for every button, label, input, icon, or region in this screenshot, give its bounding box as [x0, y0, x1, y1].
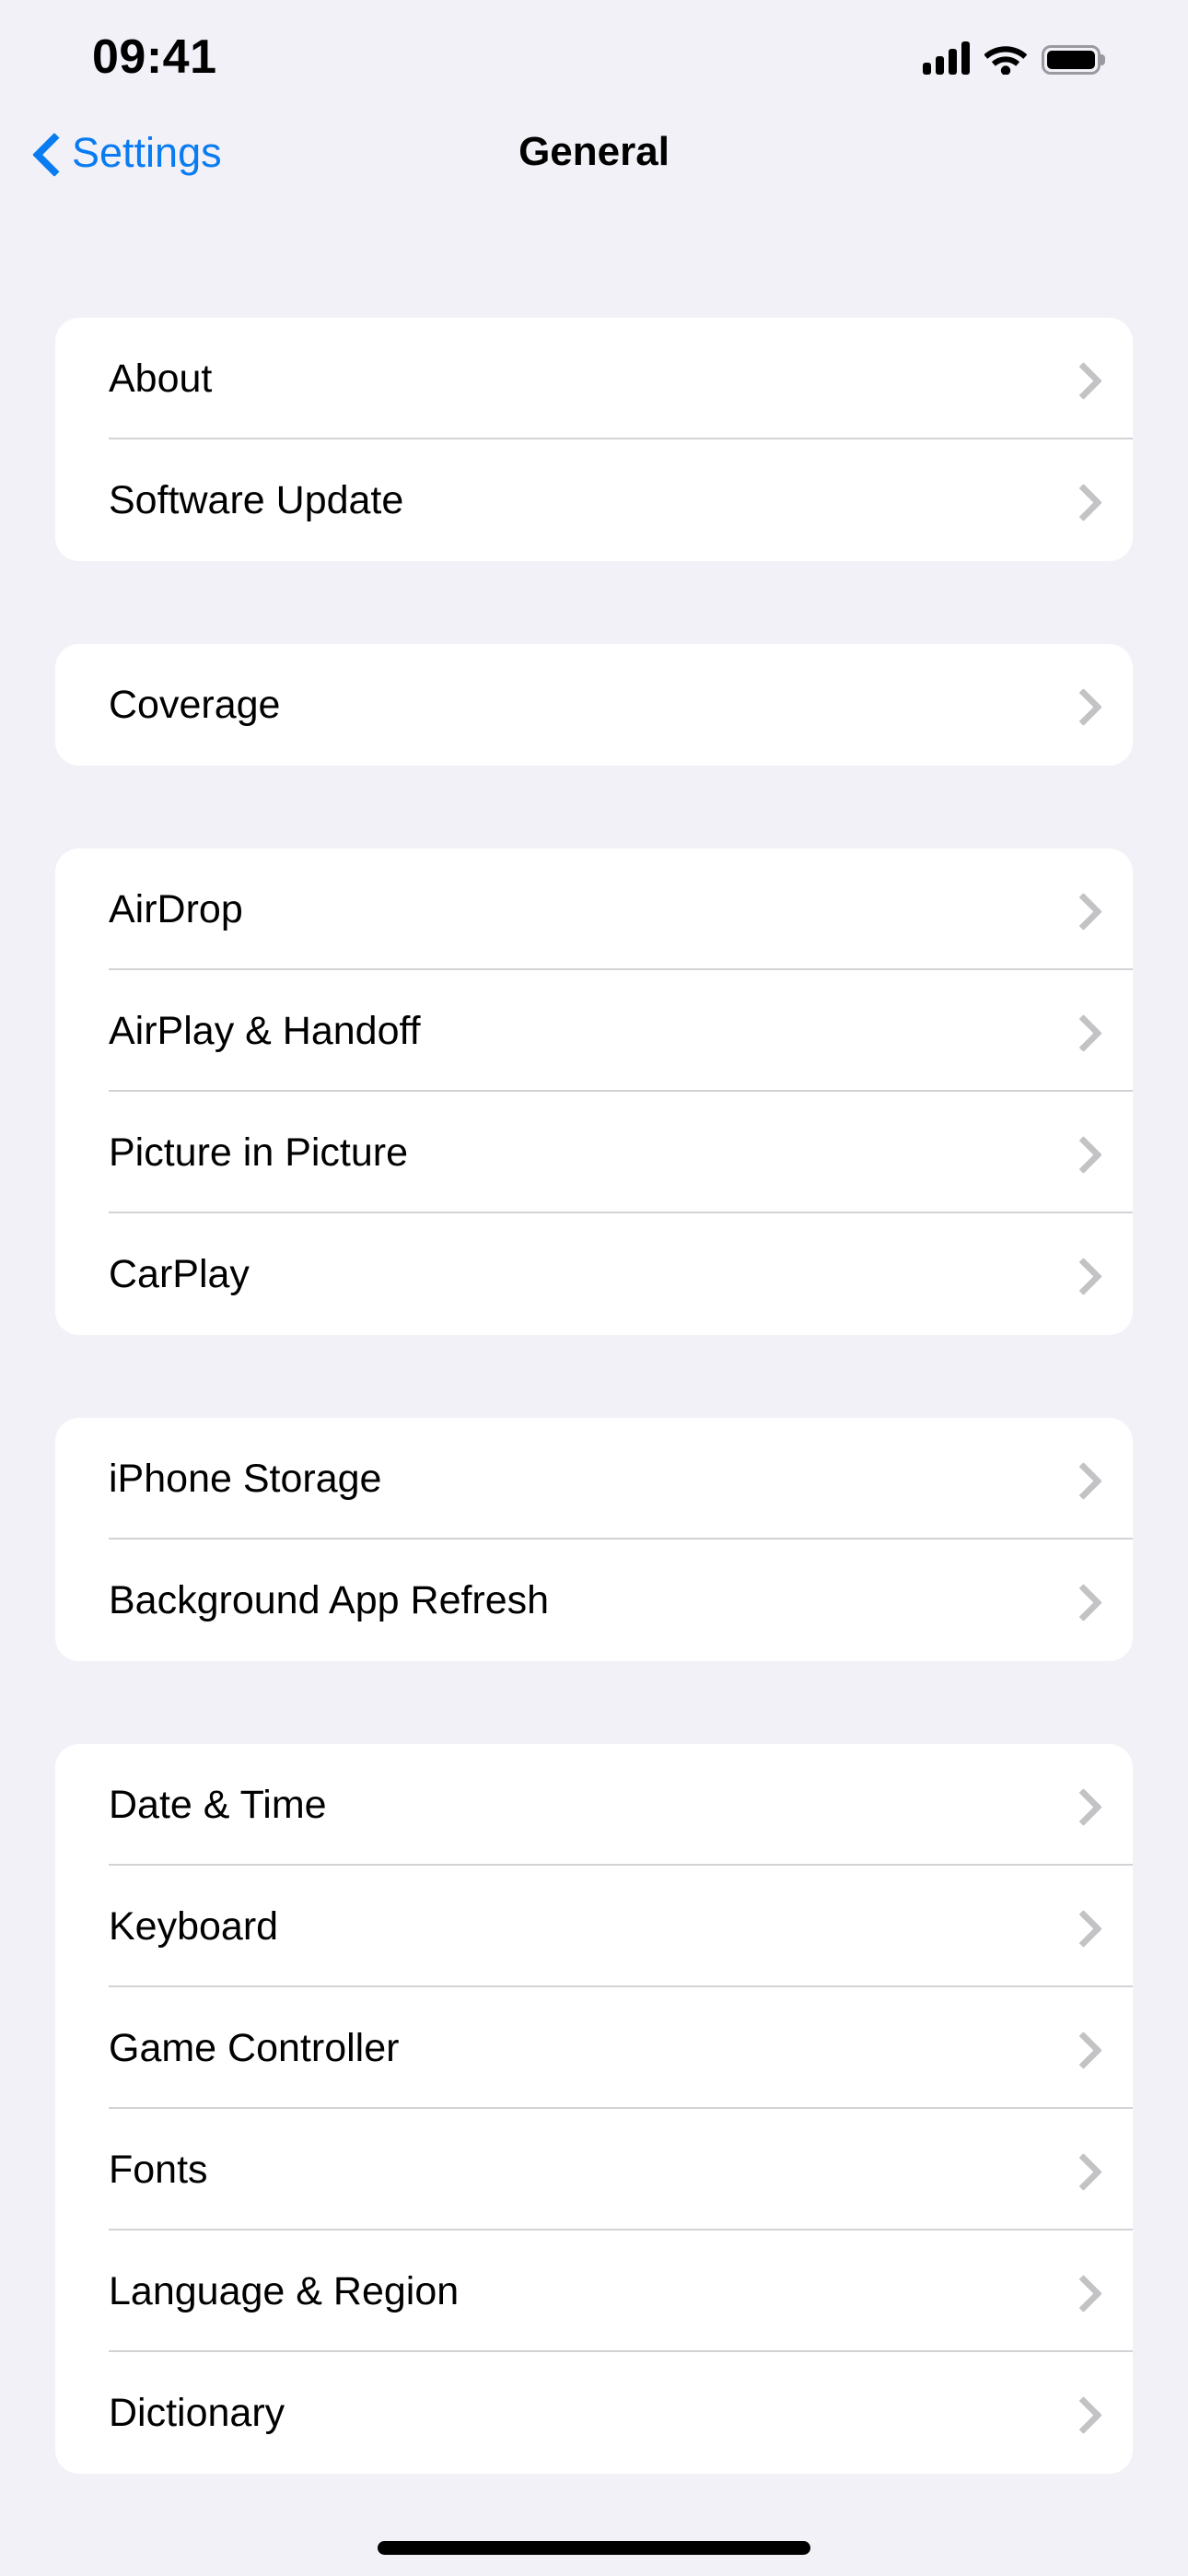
settings-row-label: Software Update: [109, 477, 404, 522]
chevron-right-icon: [1070, 2031, 1090, 2066]
navigation-bar: Settings General: [0, 101, 1188, 203]
settings-group: iPhone Storage Background App Refresh: [55, 1418, 1133, 1661]
settings-row[interactable]: Dictionary: [55, 2352, 1133, 2474]
settings-row-label: Dictionary: [109, 2390, 285, 2435]
status-bar: 09:41: [0, 0, 1188, 101]
settings-row[interactable]: AirPlay & Handoff: [55, 970, 1133, 1092]
chevron-right-icon: [1070, 687, 1090, 722]
settings-group: About Software Update: [55, 318, 1133, 561]
page-title: General: [518, 129, 670, 174]
chevron-right-icon: [1070, 1013, 1090, 1048]
settings-row[interactable]: Keyboard: [55, 1866, 1133, 1987]
settings-row[interactable]: AirDrop: [55, 849, 1133, 970]
settings-row[interactable]: Picture in Picture: [55, 1092, 1133, 1213]
chevron-right-icon: [1070, 2152, 1090, 2187]
cellular-signal-icon: [923, 41, 970, 75]
settings-row[interactable]: Fonts: [55, 2109, 1133, 2231]
chevron-right-icon: [1070, 1135, 1090, 1170]
settings-list: About Software Update Coverage AirDrop AirPl…: [0, 203, 1188, 2474]
chevron-right-icon: [1070, 1461, 1090, 1496]
settings-row[interactable]: Coverage: [55, 644, 1133, 766]
settings-row-label: Coverage: [109, 682, 281, 727]
settings-row[interactable]: Background App Refresh: [55, 1540, 1133, 1661]
chevron-right-icon: [1070, 2274, 1090, 2309]
settings-row[interactable]: Game Controller: [55, 1987, 1133, 2109]
status-bar-indicators: [923, 27, 1101, 76]
settings-row[interactable]: iPhone Storage: [55, 1418, 1133, 1540]
settings-general-screen: 09:41 Settings General About Software Up…: [0, 0, 1188, 2576]
settings-row-label: Picture in Picture: [109, 1130, 409, 1175]
settings-row-label: iPhone Storage: [109, 1456, 382, 1501]
chevron-right-icon: [1070, 1583, 1090, 1618]
settings-row[interactable]: Language & Region: [55, 2231, 1133, 2352]
settings-row-label: CarPlay: [109, 1251, 250, 1296]
settings-row[interactable]: CarPlay: [55, 1213, 1133, 1335]
settings-row-label: AirDrop: [109, 886, 243, 931]
chevron-right-icon: [1070, 361, 1090, 396]
settings-row[interactable]: About: [55, 318, 1133, 439]
chevron-right-icon: [1070, 892, 1090, 927]
settings-row-label: Date & Time: [109, 1782, 327, 1827]
chevron-right-icon: [1070, 1909, 1090, 1944]
chevron-right-icon: [1070, 483, 1090, 518]
settings-row-label: Keyboard: [109, 1903, 279, 1949]
settings-row[interactable]: Date & Time: [55, 1744, 1133, 1866]
settings-row-label: Game Controller: [109, 2025, 400, 2070]
settings-group: AirDrop AirPlay & Handoff Picture in Pictu…: [55, 849, 1133, 1335]
settings-row-label: Background App Refresh: [109, 1577, 550, 1622]
home-indicator[interactable]: [378, 2541, 810, 2555]
wifi-icon: [984, 41, 1028, 76]
settings-group: Coverage: [55, 644, 1133, 766]
settings-row[interactable]: Software Update: [55, 439, 1133, 561]
settings-group: Date & Time Keyboard Game Controller Fonts L…: [55, 1744, 1133, 2474]
settings-row-label: Fonts: [109, 2147, 208, 2192]
battery-icon: [1042, 45, 1101, 75]
chevron-right-icon: [1070, 1257, 1090, 1292]
settings-row-label: Language & Region: [109, 2268, 460, 2313]
settings-row-label: About: [109, 356, 213, 401]
settings-row-label: AirPlay & Handoff: [109, 1008, 421, 1053]
chevron-right-icon: [1070, 2395, 1090, 2430]
chevron-right-icon: [1070, 1787, 1090, 1822]
status-bar-time: 09:41: [92, 30, 217, 84]
